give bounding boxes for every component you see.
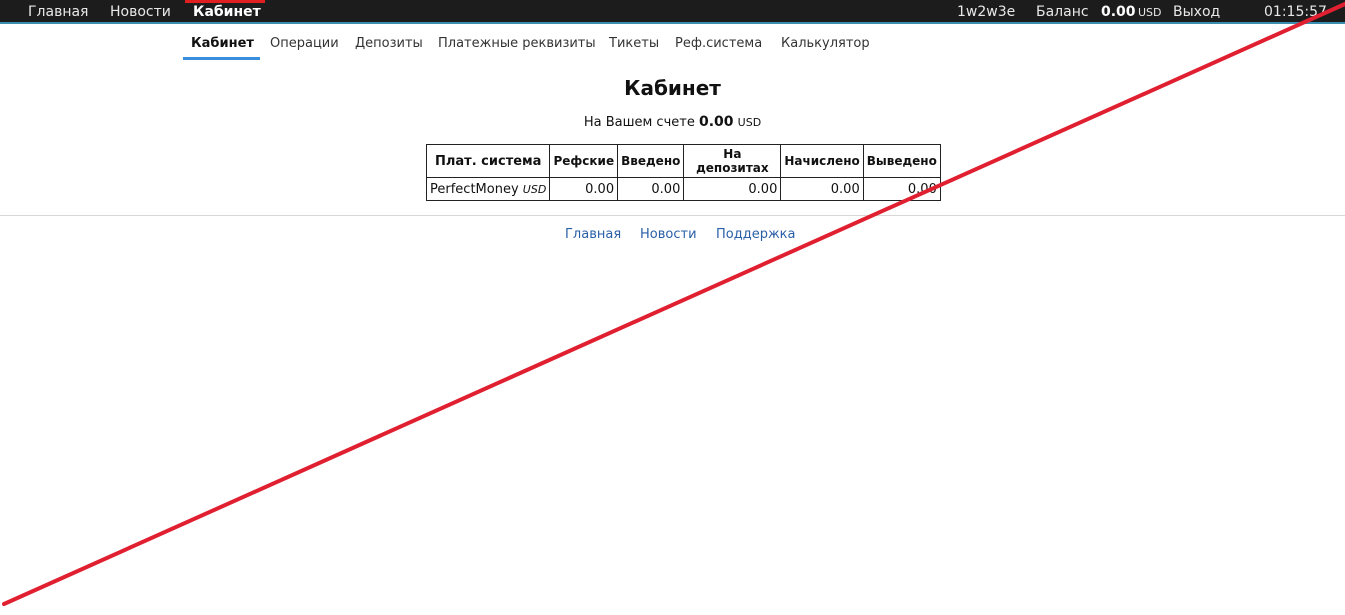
tab-deposits[interactable]: Депозиты xyxy=(355,36,423,51)
cell-on-deposits: 0.00 xyxy=(683,177,782,201)
page-title: Кабинет xyxy=(624,76,721,100)
table-header-row: Плат. система Рефские Введено На депозит… xyxy=(425,144,941,178)
tab-referral[interactable]: Реф.система xyxy=(675,36,762,51)
cell-deposited: 0.00 xyxy=(617,177,685,201)
header-withdrawn: Выведено xyxy=(862,144,941,178)
active-nav-indicator xyxy=(185,0,265,3)
table-row: PerfectMoney USD 0.00 0.00 0.00 0.00 0.0… xyxy=(425,177,941,201)
active-tab-underline xyxy=(183,57,260,60)
account-balance-currency: USD xyxy=(737,116,762,129)
payment-system-currency: USD xyxy=(522,182,547,196)
header-on-deposits: На депозитах xyxy=(683,144,782,178)
tab-payment-details[interactable]: Платежные реквизиты xyxy=(438,36,596,51)
tab-cabinet[interactable]: Кабинет xyxy=(191,36,254,51)
cell-payment-system: PerfectMoney USD xyxy=(425,177,551,201)
balance-prefix: На Вашем счете xyxy=(583,115,695,130)
header-payment-system: Плат. система xyxy=(425,144,551,178)
account-balance: На Вашем счете 0.00 USD xyxy=(0,114,1345,130)
balance-value: 0.00 xyxy=(1101,4,1136,20)
footer-news-link[interactable]: Новости xyxy=(640,227,697,242)
clock: 01:15:57 xyxy=(1264,4,1327,20)
nav-home-link[interactable]: Главная xyxy=(28,4,88,20)
footer-support-link[interactable]: Поддержка xyxy=(716,227,796,242)
nav-news-link[interactable]: Новости xyxy=(110,4,171,20)
account-balance-value: 0.00 xyxy=(698,114,734,130)
tab-tickets[interactable]: Тикеты xyxy=(609,36,659,51)
cell-accrued: 0.00 xyxy=(780,177,864,201)
footer-divider xyxy=(0,215,1345,216)
cell-withdrawn: 0.00 xyxy=(862,177,941,201)
balance-label: Баланс xyxy=(1036,4,1089,20)
header-accrued: Начислено xyxy=(780,144,864,178)
nav-cabinet-link[interactable]: Кабинет xyxy=(193,4,261,20)
header-deposited: Введено xyxy=(617,144,685,178)
cell-referral: 0.00 xyxy=(549,177,619,201)
top-navbar: Главная Новости Кабинет 1w2w3e Баланс 0.… xyxy=(0,0,1345,24)
header-referral: Рефские xyxy=(549,144,619,178)
tab-operations[interactable]: Операции xyxy=(270,36,339,51)
tab-calculator[interactable]: Калькулятор xyxy=(781,36,870,51)
payment-systems-table: Плат. система Рефские Введено На депозит… xyxy=(425,144,941,201)
logout-link[interactable]: Выход xyxy=(1173,4,1220,20)
payment-system-name: PerfectMoney xyxy=(430,181,519,197)
footer-home-link[interactable]: Главная xyxy=(565,227,621,242)
balance-currency: USD xyxy=(1138,6,1162,19)
username-link[interactable]: 1w2w3e xyxy=(957,4,1015,20)
